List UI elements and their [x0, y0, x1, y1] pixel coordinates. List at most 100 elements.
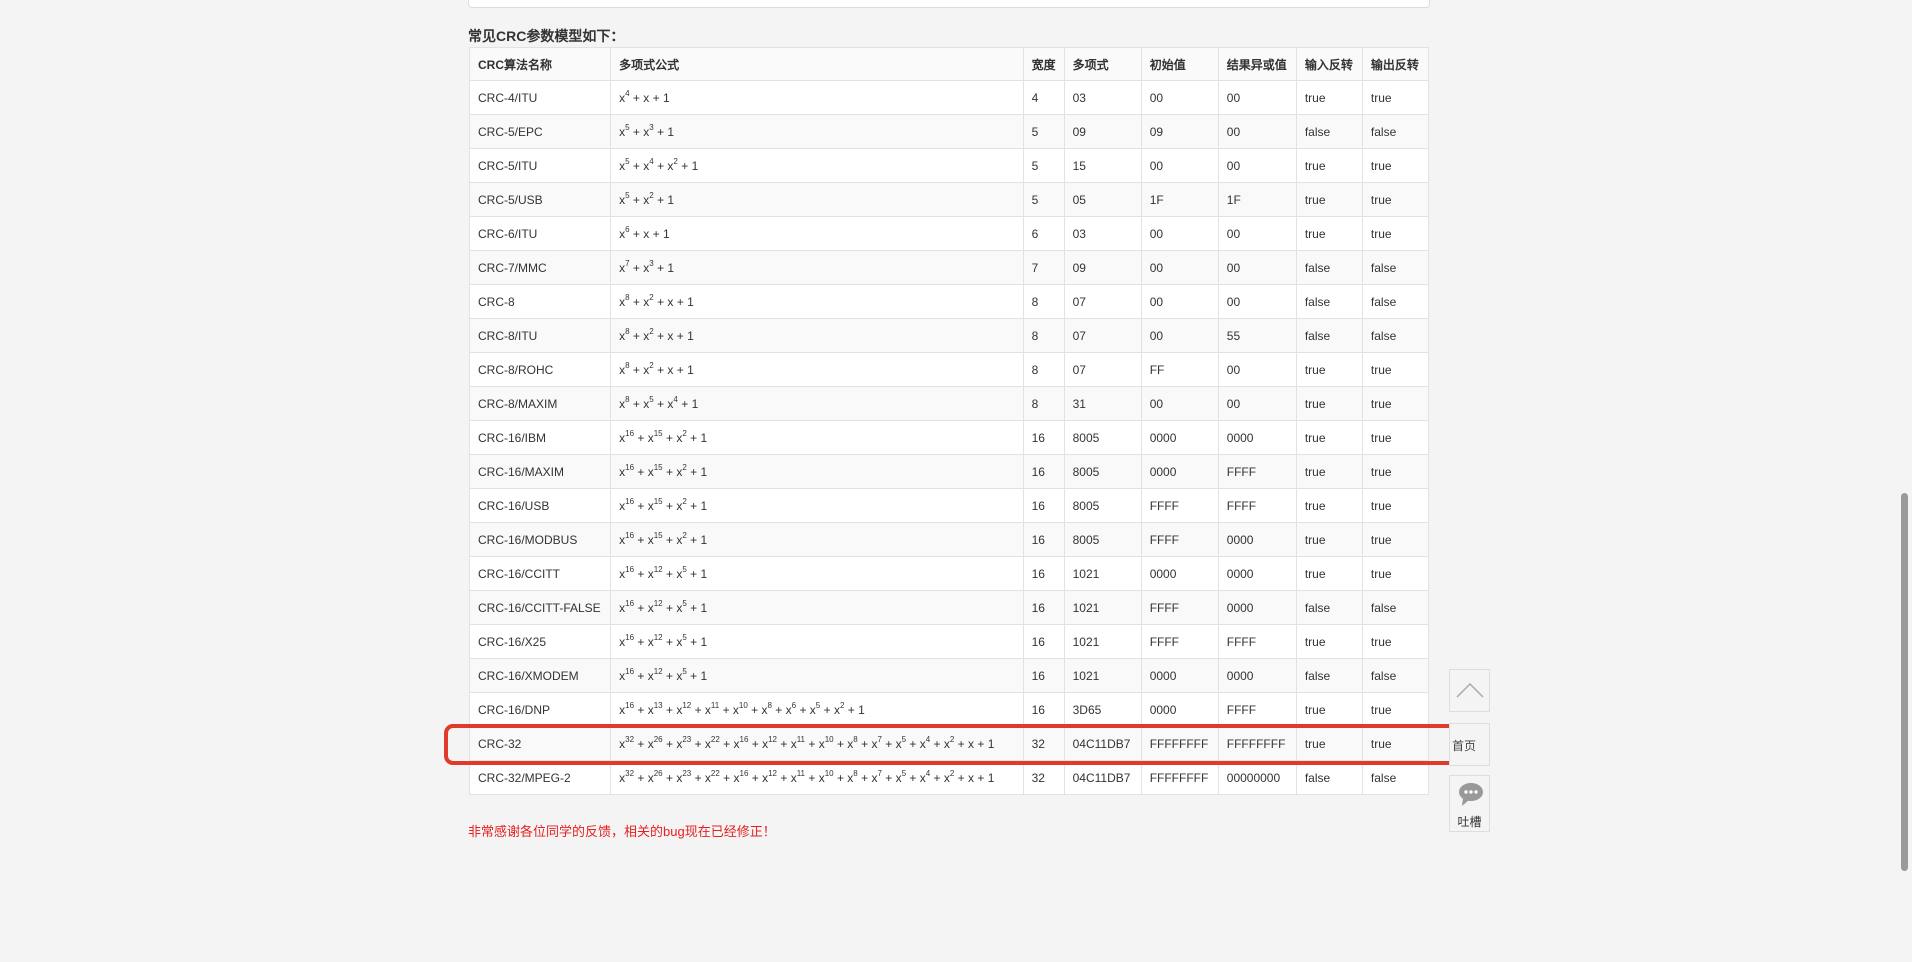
cell-formula: x16 + x12 + x5 + 1 [610, 658, 1024, 693]
cell-refin: true [1295, 556, 1363, 591]
formula-term: 1 [700, 634, 708, 649]
formula-exponent: 23 [682, 768, 692, 778]
cell-name: CRC-8/MAXIM [468, 386, 612, 421]
formula-term: 1 [662, 90, 670, 105]
formula-plus: + [691, 702, 705, 717]
formula-term: 1 [700, 566, 708, 581]
chevron-up-icon [1456, 682, 1484, 698]
formula-exponent: 16 [625, 666, 635, 676]
cell-init: FFFFFFFF [1140, 760, 1219, 795]
cell-name: CRC-7/MMC [468, 250, 612, 285]
cell-formula: x7 + x3 + 1 [610, 250, 1024, 285]
formula-term: 1 [858, 702, 865, 717]
cell-name: CRC-16/X25 [468, 624, 612, 659]
cell-refin: false [1295, 114, 1363, 149]
cell-formula: x5 + x2 + 1 [610, 182, 1024, 217]
formula-term: 1 [700, 600, 708, 615]
cell-refin: true [1295, 692, 1363, 727]
cell-poly: 8005 [1063, 522, 1142, 557]
table-row: CRC-16/DNP x16 + x13 + x12 + x11 + x10 + … [468, 692, 1430, 727]
formula-plus: + [719, 702, 733, 717]
cell-xorout: FFFF [1217, 454, 1297, 489]
formula-exponent: 12 [768, 768, 778, 778]
formula-term: 1 [687, 294, 694, 309]
cell-width: 16 [1022, 692, 1065, 727]
cell-poly: 1021 [1063, 658, 1142, 693]
cell-init: FFFF [1140, 522, 1219, 557]
home-button[interactable]: 首页 [1449, 723, 1490, 766]
formula-plus: + [662, 464, 677, 479]
cell-refout: false [1361, 590, 1430, 625]
cell-xorout: 0000 [1217, 658, 1297, 693]
formula-exponent: 16 [625, 428, 635, 438]
formula-term: 1 [667, 124, 675, 139]
cell-refin: true [1295, 420, 1363, 455]
formula-plus: + [691, 770, 705, 785]
cell-xorout: 0000 [1217, 590, 1297, 625]
table-row: CRC-7/MMC x7 + x3 + 1 7 09 00 00 false false [468, 250, 1430, 285]
table-row: CRC-16/USB x16 + x15 + x2 + 1 16 8005 FFFF FF… [468, 488, 1430, 523]
cell-width: 5 [1022, 148, 1065, 183]
formula-plus: + [634, 702, 648, 717]
formula-term: 1 [987, 770, 995, 785]
cell-formula: x16 + x12 + x5 + 1 [610, 590, 1024, 625]
formula-plus: + [629, 158, 644, 173]
cell-refin: true [1295, 148, 1363, 183]
back-to-top-button[interactable] [1449, 669, 1490, 712]
cell-refout: false [1361, 658, 1430, 693]
cell-width: 8 [1022, 284, 1065, 319]
formula-plus: + [629, 328, 644, 343]
cell-init: 0000 [1140, 556, 1219, 591]
cell-width: 8 [1022, 386, 1065, 421]
cell-poly: 8005 [1063, 420, 1142, 455]
fix-notice: 非常感谢各位同学的反馈，相关的bug现在已经修正！ [468, 824, 776, 839]
formula-plus: + [719, 770, 734, 785]
formula-exponent: 16 [625, 700, 635, 710]
crc-parameter-table: CRC算法名称 多项式公式 宽度 多项式 初始值 结果异或值 输入反转 输出反转… [468, 47, 1430, 795]
formula-plus: + [686, 464, 701, 479]
scrollbar-thumb[interactable] [1901, 493, 1908, 871]
formula-exponent: 15 [653, 428, 663, 438]
cell-init: FFFF [1140, 488, 1219, 523]
cell-width: 16 [1022, 488, 1065, 523]
cell-init: 00 [1140, 80, 1219, 115]
formula-plus: + [673, 328, 688, 343]
cell-xorout: 00 [1217, 80, 1297, 115]
formula-plus: + [629, 226, 644, 241]
formula-exponent: 16 [625, 496, 635, 506]
formula-plus: + [833, 770, 848, 785]
feedback-button[interactable]: 吐槽 [1449, 775, 1490, 832]
cell-refin: true [1295, 80, 1363, 115]
cell-poly: 07 [1063, 284, 1142, 319]
formula-plus: + [673, 294, 688, 309]
cell-refin: true [1295, 454, 1363, 489]
cell-formula: x16 + x12 + x5 + 1 [610, 556, 1024, 591]
cell-poly: 1021 [1063, 556, 1142, 591]
formula-plus: + [629, 192, 644, 207]
formula-plus: + [771, 702, 786, 717]
cell-refin: true [1295, 488, 1363, 523]
formula-plus: + [686, 566, 701, 581]
cell-refout: false [1361, 760, 1430, 795]
formula-plus: + [673, 362, 688, 377]
formula-exponent: 16 [625, 462, 635, 472]
header-width: 宽度 [1022, 47, 1065, 81]
formula-term: 1 [667, 260, 675, 275]
cell-width: 16 [1022, 624, 1065, 659]
cell-init: FFFF [1140, 590, 1219, 625]
cell-xorout: FFFF [1217, 488, 1297, 523]
table-row: CRC-8/MAXIM x8 + x5 + x4 + 1 8 31 00 00 true tr… [468, 386, 1430, 421]
cell-xorout: 00000000 [1217, 760, 1297, 795]
formula-plus: + [748, 770, 763, 785]
cell-width: 16 [1022, 522, 1065, 557]
cell-width: 6 [1022, 216, 1065, 251]
cell-poly: 31 [1063, 386, 1142, 421]
cell-refout: true [1361, 148, 1430, 183]
formula-plus: + [629, 362, 644, 377]
formula-exponent: 12 [653, 564, 663, 574]
cell-name: CRC-16/IBM [468, 420, 612, 455]
cell-init: 00 [1140, 250, 1219, 285]
vertical-scrollbar[interactable] [1896, 0, 1912, 962]
formula-plus: + [653, 396, 668, 411]
cell-refout: false [1361, 114, 1430, 149]
